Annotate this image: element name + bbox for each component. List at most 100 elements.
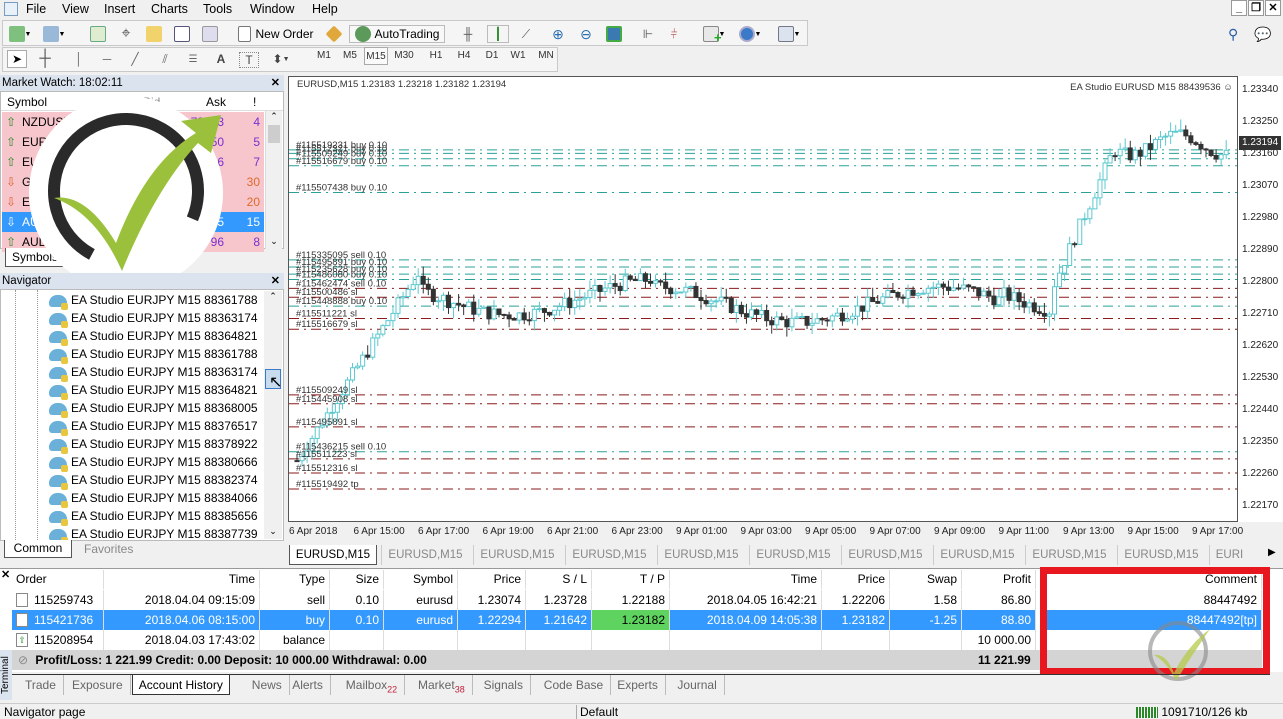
chart-tab[interactable]: EURUSD,M15 (657, 545, 745, 565)
col-spread[interactable]: ! (253, 95, 256, 109)
navigator-item[interactable]: EA Studio EURJPY M15 88361788 (49, 291, 258, 310)
terminal-tab-account-history[interactable]: Account History (131, 675, 230, 695)
cell-size[interactable]: 0.10 (330, 610, 384, 630)
candlestick-button[interactable]: ┃ (487, 25, 509, 43)
column-header-time[interactable]: Time (104, 570, 260, 589)
column-header-profit[interactable]: Profit (962, 570, 1036, 589)
terminal-tab-trade[interactable]: Trade (18, 675, 64, 695)
chat-icon[interactable]: 💬 (1254, 26, 1271, 43)
crosshair-tool[interactable]: ┼ (35, 50, 55, 68)
navigator-item[interactable]: EA Studio EURJPY M15 88378922 (49, 435, 258, 454)
terminal-tab-journal[interactable]: Journal (670, 675, 725, 695)
navigator-item[interactable]: EA Studio EURJPY M15 88361788 (49, 345, 258, 364)
profiles-button[interactable]: ▼ (41, 25, 67, 43)
chart-tab[interactable]: EURUSD,M15 (565, 545, 653, 565)
cell-time[interactable]: 2018.04.03 17:43:02 (104, 630, 260, 650)
chart-tab[interactable]: EURI (1209, 545, 1249, 565)
terminal-tab-news[interactable]: News (245, 675, 290, 695)
cell-type[interactable]: balance (260, 630, 330, 650)
column-header-symbol[interactable]: Symbol (384, 570, 458, 589)
cell-close-price[interactable] (822, 630, 890, 650)
timeframe-m15[interactable]: M15 (364, 47, 388, 65)
menu-charts[interactable]: Charts (151, 2, 188, 16)
zoom-in-button[interactable]: ⊕ (549, 25, 567, 43)
terminal-tab-signals[interactable]: Signals (477, 675, 531, 695)
navigator-item[interactable]: EA Studio EURJPY M15 88382374 (49, 471, 258, 490)
timeframe-m5[interactable]: M5 (338, 47, 362, 65)
autoscroll-button[interactable]: ⫩ (665, 25, 683, 43)
new-chart-button[interactable]: ▼ (7, 25, 33, 43)
cell-symbol[interactable]: eurusd (384, 590, 458, 610)
horizontal-line-tool[interactable]: ─ (97, 50, 117, 68)
periods-button[interactable]: ▼ (737, 25, 763, 43)
cell-close-time[interactable] (670, 630, 822, 650)
bar-chart-button[interactable]: ╫ (459, 25, 477, 43)
chart-tab[interactable]: EURUSD,M15 (1025, 545, 1113, 565)
fibonacci-tool[interactable]: ☰ (183, 50, 203, 68)
zoom-out-button[interactable]: ⊖ (577, 25, 595, 43)
cell-close-time[interactable]: 2018.04.09 14:05:38 (670, 610, 822, 630)
navigator-close-icon[interactable]: ✕ (271, 273, 280, 289)
price-chart[interactable]: #115519231 buy 0.10 #115512321 buy 0.10 #1… (288, 76, 1238, 522)
trendline-tool[interactable]: ╱ (125, 50, 145, 68)
timeframe-h4[interactable]: H4 (452, 47, 476, 65)
cell-swap[interactable]: -1.25 (890, 610, 962, 630)
navigator-item[interactable]: EA Studio EURJPY M15 88384066 (49, 489, 258, 508)
chart-tab[interactable]: EURUSD,M15 (933, 545, 1021, 565)
column-header-price[interactable]: Price (458, 570, 526, 589)
tab-common[interactable]: Common (4, 540, 72, 558)
cell-sl[interactable] (526, 630, 592, 650)
chart-tab[interactable]: EURUSD,M15 (1117, 545, 1205, 565)
chart-tab[interactable]: EURUSD,M15 (749, 545, 837, 565)
cell-type[interactable]: sell (260, 590, 330, 610)
cell-time[interactable]: 2018.04.04 09:15:09 (104, 590, 260, 610)
chart-shift-button[interactable]: ⊩ (639, 25, 657, 43)
cell-type[interactable]: buy (260, 610, 330, 630)
templates-button[interactable]: ▼ (775, 25, 803, 43)
cell-size[interactable] (330, 630, 384, 650)
navigator-item[interactable]: EA Studio EURJPY M15 88380666 (49, 453, 258, 472)
menu-tools[interactable]: Tools (203, 2, 232, 16)
cell-tp[interactable] (592, 630, 670, 650)
search-icon[interactable]: ⚲ (1228, 26, 1238, 43)
cell-tp[interactable]: 1.22188 (592, 590, 670, 610)
cell-tp[interactable]: 1.23182 (592, 610, 670, 630)
column-header-size[interactable]: Size (330, 570, 384, 589)
menu-window[interactable]: Window (250, 2, 294, 16)
terminal-tab-alerts[interactable]: Alerts (285, 675, 331, 695)
timeframe-mn[interactable]: MN (534, 47, 558, 65)
timeframe-h1[interactable]: H1 (424, 47, 448, 65)
restore-button[interactable]: ❐ (1248, 0, 1264, 16)
chart-tab[interactable]: EURUSD,M15 (381, 545, 469, 565)
cell-profit[interactable]: 10 000.00 (962, 630, 1036, 650)
cell-size[interactable]: 0.10 (330, 590, 384, 610)
indicators-button[interactable]: + ▼ (701, 25, 727, 45)
text-tool[interactable]: A (211, 50, 231, 68)
navigator-item[interactable]: EA Studio EURJPY M15 88364821 (49, 381, 258, 400)
navigator-item[interactable]: EA Studio EURJPY M15 88364821 (49, 327, 258, 346)
equidistant-channel-tool[interactable]: ⫽ (155, 50, 175, 68)
navigator-item[interactable]: EA Studio EURJPY M15 88363174 (49, 363, 258, 382)
terminal-tab-mailbox[interactable]: Mailbox22 (339, 675, 406, 695)
strategy-tester-button[interactable] (201, 25, 219, 43)
column-header-swap[interactable]: Swap (890, 570, 962, 589)
cell-price[interactable] (458, 630, 526, 650)
vertical-line-tool[interactable]: │ (69, 50, 89, 68)
cell-sl[interactable]: 1.21642 (526, 610, 592, 630)
cell-price[interactable]: 1.23074 (458, 590, 526, 610)
terminal-tab-exposure[interactable]: Exposure (65, 675, 131, 695)
cell-swap[interactable]: 1.58 (890, 590, 962, 610)
column-header-close-time[interactable]: Time (670, 570, 822, 589)
market-watch-button[interactable] (89, 25, 107, 43)
arrows-tool[interactable]: ⬍ ▼ (267, 50, 295, 68)
menu-help[interactable]: Help (312, 2, 338, 16)
navigator-item[interactable]: EA Studio EURJPY M15 88387739 (49, 525, 258, 544)
cell-symbol[interactable] (384, 630, 458, 650)
cell-profit[interactable]: 88.80 (962, 610, 1036, 630)
chart-tab[interactable]: EURUSD,M15 (841, 545, 929, 565)
column-header-sl[interactable]: S / L (526, 570, 592, 589)
navigator-item[interactable]: EA Studio EURJPY M15 88385656 (49, 507, 258, 526)
tile-windows-button[interactable] (605, 25, 623, 43)
timeframe-m30[interactable]: M30 (392, 47, 416, 65)
timeframe-d1[interactable]: D1 (480, 47, 504, 65)
